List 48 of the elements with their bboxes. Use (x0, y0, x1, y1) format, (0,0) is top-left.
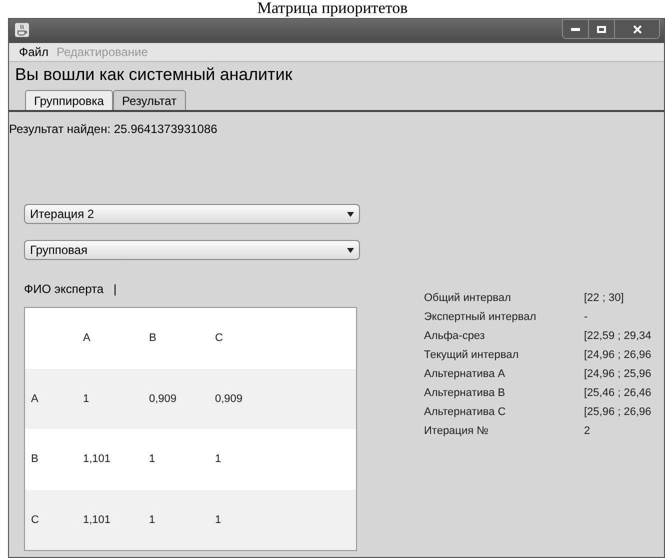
maximize-button[interactable] (589, 20, 615, 38)
result-text: Результат найден: 25.9641373931086 (9, 122, 218, 136)
info-label: Альтернатива C (424, 405, 507, 420)
column-header: A (83, 331, 92, 346)
dropdown-arrow-icon (347, 248, 354, 252)
expert-label: ФИО эксперта (24, 281, 104, 298)
table-cell-text: 1 (149, 452, 156, 467)
info-label: Экспертный интервал (424, 310, 538, 326)
info-value: [24,96 ; 26,96 (584, 348, 652, 364)
table-cell-text: 1,101 (83, 452, 112, 467)
column-header: B (149, 331, 158, 346)
info-value: [22 ; 30] (584, 291, 624, 306)
info-label: Альфа-срез (424, 329, 486, 344)
info-value: - (584, 310, 588, 326)
heading: Вы вошли как системный аналитик (15, 64, 294, 86)
tab[interactable]: Группировка (25, 90, 113, 110)
table-cell-text: 0,909 (215, 392, 244, 406)
menu-item[interactable]: Файл (19, 43, 49, 61)
table-cell-text: 1 (83, 392, 90, 406)
document-caption: Матрица приоритетов (257, 0, 408, 18)
tab[interactable]: Результат (112, 90, 186, 110)
info-label: Альтернатива A (424, 367, 506, 382)
dropdown[interactable]: Итерация 2 (24, 204, 360, 224)
info-label: Альтернатива B (424, 386, 506, 402)
minimize-button[interactable] (563, 20, 589, 38)
column-header: C (215, 331, 224, 346)
table-cell-text: 1 (215, 452, 222, 467)
info-value: [22,59 ; 29,34 (584, 329, 652, 344)
row-header: C (30, 512, 40, 528)
table-cell-text: 1 (215, 512, 222, 528)
info-label: Итерация № (424, 424, 490, 440)
close-icon (632, 24, 642, 34)
row-header: B (30, 452, 40, 467)
info-value: 2 (584, 424, 590, 440)
row-header: A (30, 392, 40, 406)
close-button[interactable] (615, 20, 659, 38)
coffee-cup-icon (15, 23, 29, 37)
info-value: [25,96 ; 26,96 (584, 405, 652, 420)
table-cell-text: 1 (149, 512, 156, 528)
info-value: [24,96 ; 25,96 (584, 367, 652, 382)
info-label: Общий интервал (424, 291, 512, 306)
table-cell-text: 0,909 (149, 392, 178, 406)
info-value: [25,46 ; 26,46 (584, 386, 652, 402)
table-cell-text: 1,101 (83, 512, 112, 528)
dropdown-arrow-icon (347, 212, 354, 216)
info-label: Текущий интервал (424, 348, 520, 364)
dropdown[interactable]: Групповая (24, 240, 360, 260)
expert-value: | (114, 281, 117, 298)
